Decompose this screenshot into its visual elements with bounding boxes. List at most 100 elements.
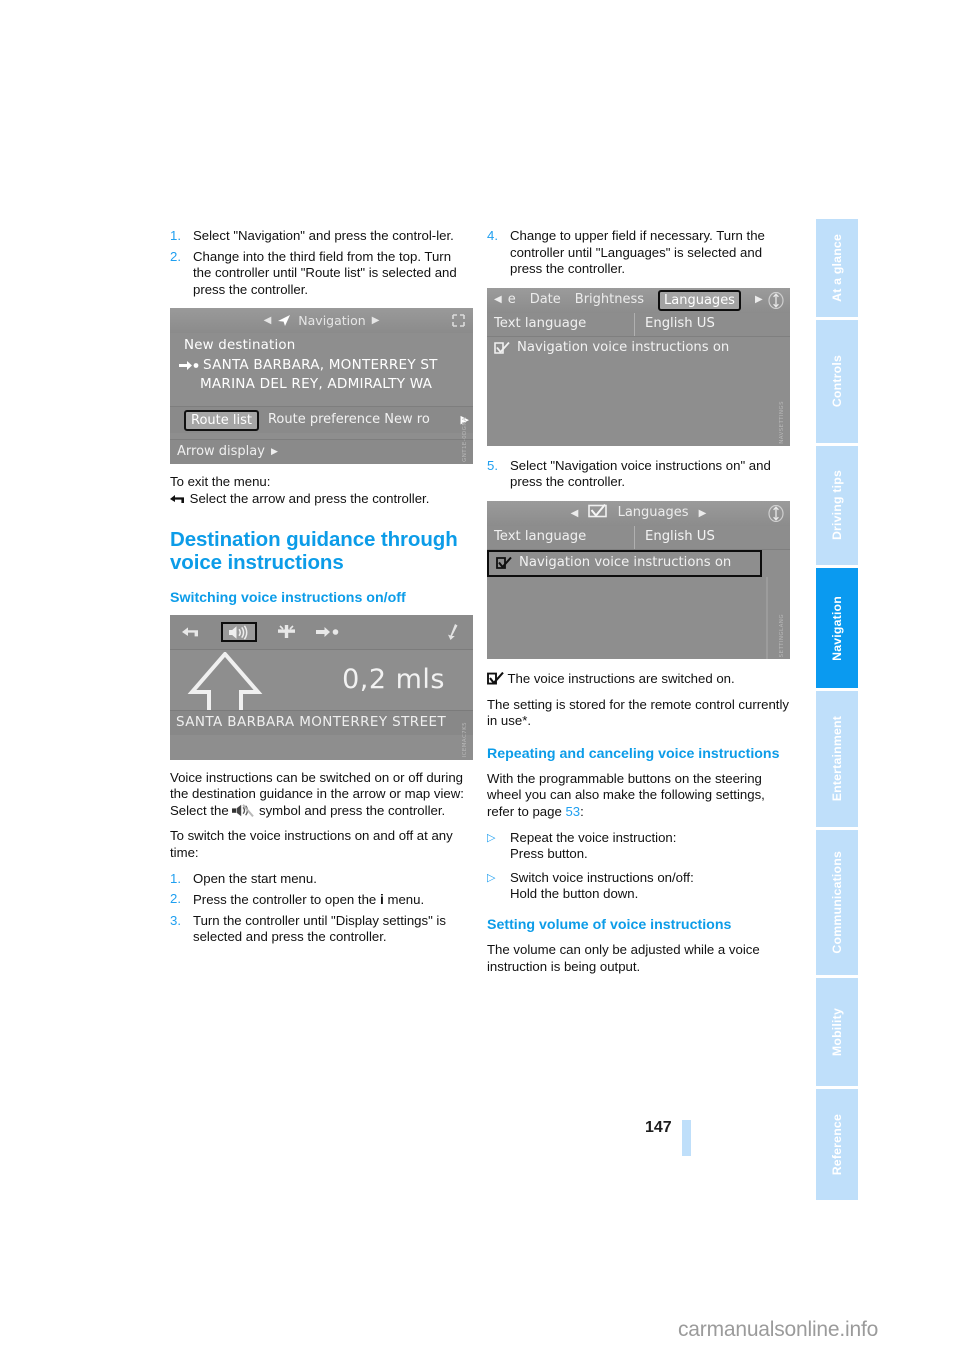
voice-instructions-button[interactable] xyxy=(221,621,257,642)
list-item: 4. Change to upper field if necessary. T… xyxy=(487,228,790,278)
numbered-steps-bottom: 1. Open the start menu. 2. Press the con… xyxy=(170,871,473,946)
text-language-label: Text language xyxy=(494,529,587,545)
thumbtab-label: Reference xyxy=(830,1113,844,1176)
numbered-step-4: 4. Change to upper field if necessary. T… xyxy=(487,228,790,278)
body-paragraph-1: Voice instructions can be switched on or… xyxy=(170,769,464,802)
tab-brightness[interactable]: Brightness xyxy=(575,292,644,309)
nav-tab-row: Route list Route preference New ro ▶ xyxy=(170,406,473,434)
sidebar-item-reference[interactable]: Reference xyxy=(816,1089,858,1200)
route-list-tab[interactable]: Route list xyxy=(184,409,259,431)
page-number: 147 xyxy=(645,1119,672,1136)
list-item: ▷ Repeat the voice instruction: Press bu… xyxy=(487,830,790,863)
voice-instructions-label: Navigation voice instructions on xyxy=(517,339,730,355)
arrow-dot-icon[interactable] xyxy=(316,626,339,638)
destination-text: SANTA BARBARA, MONTERREY ST xyxy=(203,356,438,373)
sidebar-item-controls[interactable]: Controls xyxy=(816,320,858,443)
step-number: 1. xyxy=(170,870,181,886)
speaker-icon xyxy=(228,624,250,640)
thumbtab-label: Mobility xyxy=(830,1007,844,1057)
step-number: 2. xyxy=(170,248,181,264)
subsection-heading-repeating: Repeating and canceling voice instructio… xyxy=(487,745,780,762)
triangle-bullet-icon: ▷ xyxy=(487,871,496,884)
list-item: 2. Change into the third field from the … xyxy=(170,249,473,299)
checkbox-checked-icon xyxy=(487,671,504,685)
list-item: ▷ Switch voice instructions on/off: Hold… xyxy=(487,870,790,903)
text-language-row[interactable]: Text language English US xyxy=(487,525,790,550)
updown-arrows-icon xyxy=(768,504,784,522)
left-chevron-icon: ◀ xyxy=(263,314,272,326)
numbered-steps-top: 1. Select "Navigation" and press the con… xyxy=(170,228,473,298)
back-arrow-icon xyxy=(170,493,186,505)
exit-menu-intro: To exit the menu: xyxy=(170,474,271,490)
checkbox-checked-icon xyxy=(494,341,510,355)
screenshot-title: Navigation xyxy=(298,312,366,328)
bullet-line-2: Hold the button down. xyxy=(510,886,639,902)
page-number-bar xyxy=(682,1120,691,1156)
note-check-text: The voice instructions are switched on. xyxy=(507,670,735,686)
map-view-icon[interactable] xyxy=(277,624,296,639)
languages-title-wrap: ◀ Languages ▶ xyxy=(487,504,790,523)
thumbtab-label: Navigation xyxy=(830,595,844,661)
step-text: Press the controller to open the i menu. xyxy=(193,891,425,908)
thumbtab-label: At a glance xyxy=(830,234,844,302)
sidebar-item-driving-tips[interactable]: Driving tips xyxy=(816,446,858,565)
step-number: 3. xyxy=(170,912,181,928)
mute-speaker-icon xyxy=(232,803,255,817)
page-title: Destination guidance through voice instr… xyxy=(170,527,458,574)
settings-tabbar: ◀ e Date Brightness Languages ▶ xyxy=(487,287,790,313)
subsection-heading: Switching voice instructions on/off xyxy=(170,589,406,606)
route-preference-tab[interactable]: Route preference New ro xyxy=(268,412,430,429)
scroll-indicator xyxy=(766,576,768,659)
bullet-text: Repeat the voice instruction: Press butt… xyxy=(510,830,676,863)
voice-instructions-checkbox-row[interactable]: Navigation voice instructions on xyxy=(487,337,790,360)
sidebar-item-communications[interactable]: Communications xyxy=(816,830,858,975)
down-arrow-icon[interactable] xyxy=(446,623,461,640)
note-voice-on: The voice instructions are switched on. xyxy=(487,671,790,688)
nav-line-destination-1: SANTA BARBARA, MONTERREY ST xyxy=(170,356,473,375)
nav-bottom-row[interactable]: Arrow display ▶ xyxy=(170,439,473,465)
distance-readout: 0,2 mls xyxy=(342,663,445,695)
right-chevron-icon[interactable]: ▶ xyxy=(699,508,707,519)
image-id-watermark: ICEMAC7K5 xyxy=(462,722,469,758)
repeat-body-suffix: : xyxy=(580,803,584,819)
tab-previous-truncated[interactable]: e xyxy=(508,292,516,309)
arrow-view-stage: 0,2 mls SANTA BARBARA MONTERREY STREET xyxy=(170,650,473,735)
bullet-line-1: Repeat the voice instruction: xyxy=(510,829,677,845)
languages-titlebar: ◀ Languages ▶ xyxy=(487,500,790,526)
back-arrow-icon[interactable] xyxy=(182,625,201,639)
tab-date[interactable]: Date xyxy=(530,292,561,309)
tab-languages[interactable]: Languages xyxy=(658,289,741,311)
languages-screenshot: ◀ Languages ▶ Text language English US N… xyxy=(487,500,790,659)
step-text: Change to upper field if necessary. Turn… xyxy=(510,228,765,277)
sidebar-item-mobility[interactable]: Mobility xyxy=(816,978,858,1086)
text-language-label: Text language xyxy=(494,315,587,331)
street-name-readout: SANTA BARBARA MONTERREY STREET xyxy=(170,709,473,735)
scroll-left-icon[interactable]: ◀ xyxy=(494,292,502,309)
sidebar-item-navigation[interactable]: Navigation xyxy=(816,568,858,688)
expand-icon xyxy=(451,313,466,328)
voice-instructions-checkbox-row-selected[interactable]: Navigation voice instructions on xyxy=(487,549,762,577)
right-chevron-icon: ▶ xyxy=(270,447,278,458)
thumbtab-label: Entertainment xyxy=(830,716,844,802)
list-item: 2. Press the controller to open the i me… xyxy=(170,891,473,909)
arrow-view-screenshot: 0,2 mls SANTA BARBARA MONTERREY STREET I… xyxy=(170,614,473,760)
thumbtab-label: Controls xyxy=(830,355,844,408)
settings-tabs: ◀ e Date Brightness Languages ▶ xyxy=(487,289,763,311)
page-reference-link[interactable]: 53 xyxy=(565,804,580,819)
arrow-view-iconbar xyxy=(170,614,473,650)
site-watermark: carmanualsonline.info xyxy=(678,1318,879,1341)
text-language-row[interactable]: Text language English US xyxy=(487,312,790,337)
scroll-right-icon[interactable]: ▶ xyxy=(755,292,763,309)
step-number: 5. xyxy=(487,457,498,473)
sidebar-item-at-a-glance[interactable]: At a glance xyxy=(816,219,858,317)
display-settings-screenshot: ◀ e Date Brightness Languages ▶ Text lan… xyxy=(487,287,790,446)
left-chevron-icon[interactable]: ◀ xyxy=(571,508,579,519)
step-text: Select "Navigation voice instructions on… xyxy=(510,457,771,490)
list-item: 1. Open the start menu. xyxy=(170,871,473,888)
step-number: 4. xyxy=(487,228,498,243)
info-menu-icon: i xyxy=(379,891,384,908)
sidebar-item-entertainment[interactable]: Entertainment xyxy=(816,691,858,827)
body-paragraph-2: Select the symbol and press the controll… xyxy=(170,803,473,820)
step-text: Turn the controller until "Display setti… xyxy=(193,912,446,945)
checkmark-box-icon xyxy=(588,504,608,518)
